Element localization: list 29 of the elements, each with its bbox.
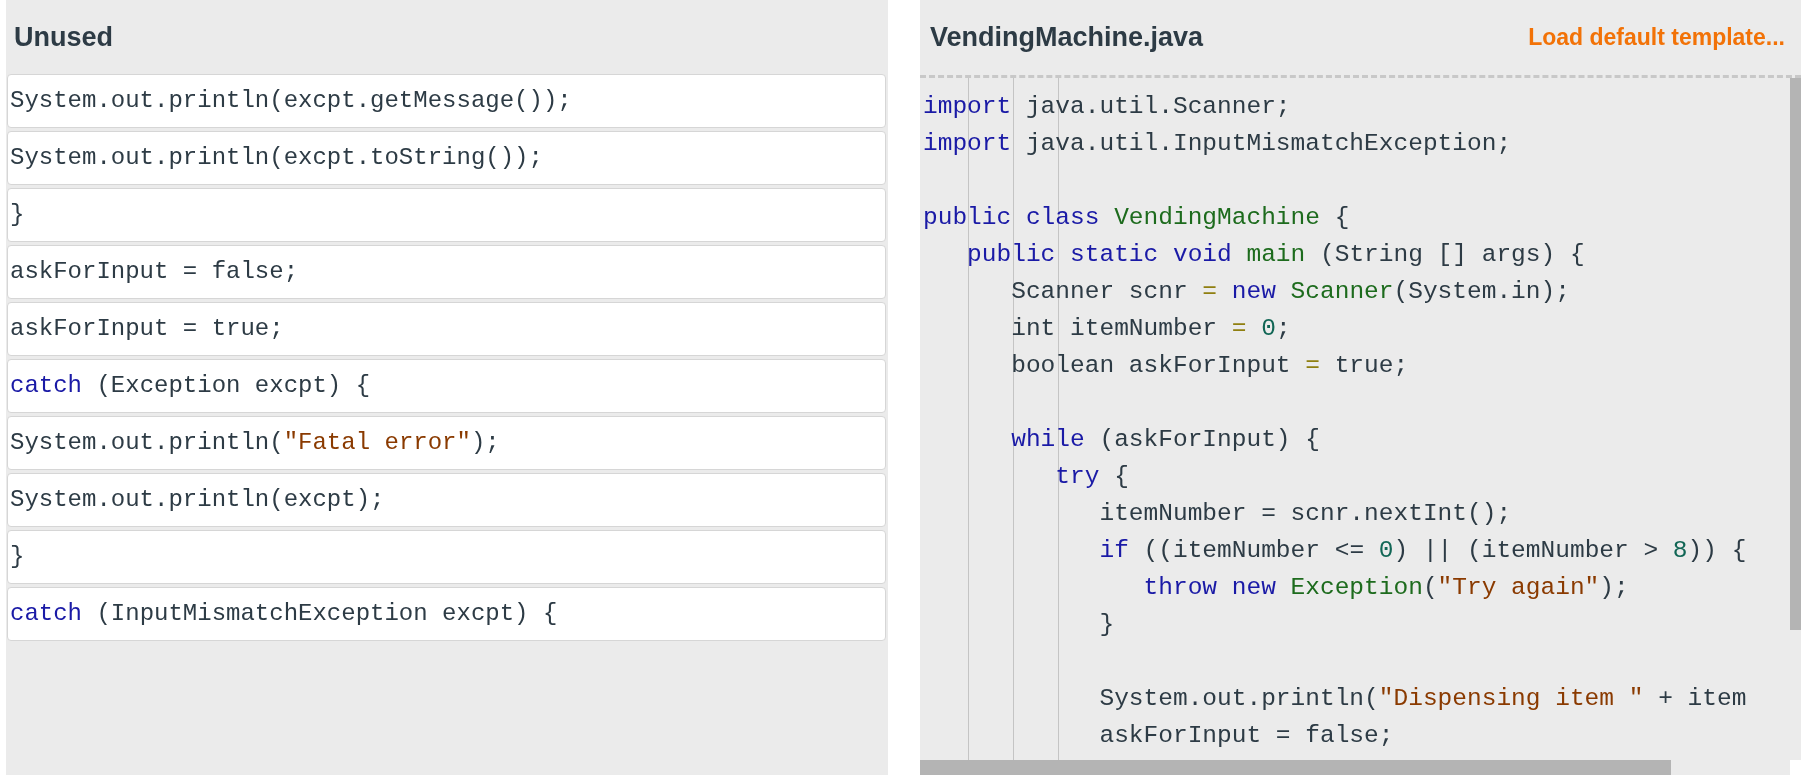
code-line: public class VendingMachine {: [923, 203, 1350, 233]
code-line: public static void main (String [] args) {: [966, 240, 1585, 270]
code-line: throw new Exception("Try again");: [1142, 573, 1629, 603]
code-line: while (askForInput) {: [1010, 425, 1320, 455]
code-line: Scanner scnr = new Scanner(System.in);: [1010, 277, 1570, 307]
code-block[interactable]: System.out.println(excpt);: [7, 473, 886, 527]
code-line: int itemNumber = 0;: [1010, 314, 1291, 344]
code-line: import java.util.InputMismatchException;: [923, 129, 1512, 159]
code-line: boolean askForInput = true;: [1010, 351, 1409, 381]
panel-title: Unused: [14, 20, 113, 54]
code-block[interactable]: }: [7, 188, 886, 242]
file-title: VendingMachine.java: [930, 21, 1204, 55]
code-line: System.out.println("Dispensing item " + item: [1098, 684, 1747, 714]
code-line: try {: [1054, 462, 1129, 492]
horizontal-scrollbar-thumb[interactable]: [920, 760, 1671, 775]
code-line: askForInput = false;: [1098, 721, 1394, 751]
code-line: }: [1098, 610, 1115, 640]
code-line: if ((itemNumber <= 0) || (itemNumber > 8)) {: [1098, 536, 1747, 566]
code-block[interactable]: }: [7, 530, 886, 584]
code-block[interactable]: askForInput = true;: [7, 302, 886, 356]
code-block[interactable]: System.out.println("Fatal error");: [7, 416, 886, 470]
code-line: itemNumber = scnr.nextInt();: [1098, 499, 1512, 529]
code-block[interactable]: catch (Exception excpt) {: [7, 359, 886, 413]
code-block[interactable]: System.out.println(excpt.getMessage());: [7, 74, 886, 128]
code-block[interactable]: askForInput = false;: [7, 245, 886, 299]
vertical-scrollbar-thumb[interactable]: [1790, 78, 1801, 630]
code-line: import java.util.Scanner;: [923, 92, 1291, 122]
code-block[interactable]: catch (InputMismatchException excpt) {: [7, 587, 886, 641]
code-block[interactable]: System.out.println(excpt.toString());: [7, 131, 886, 185]
